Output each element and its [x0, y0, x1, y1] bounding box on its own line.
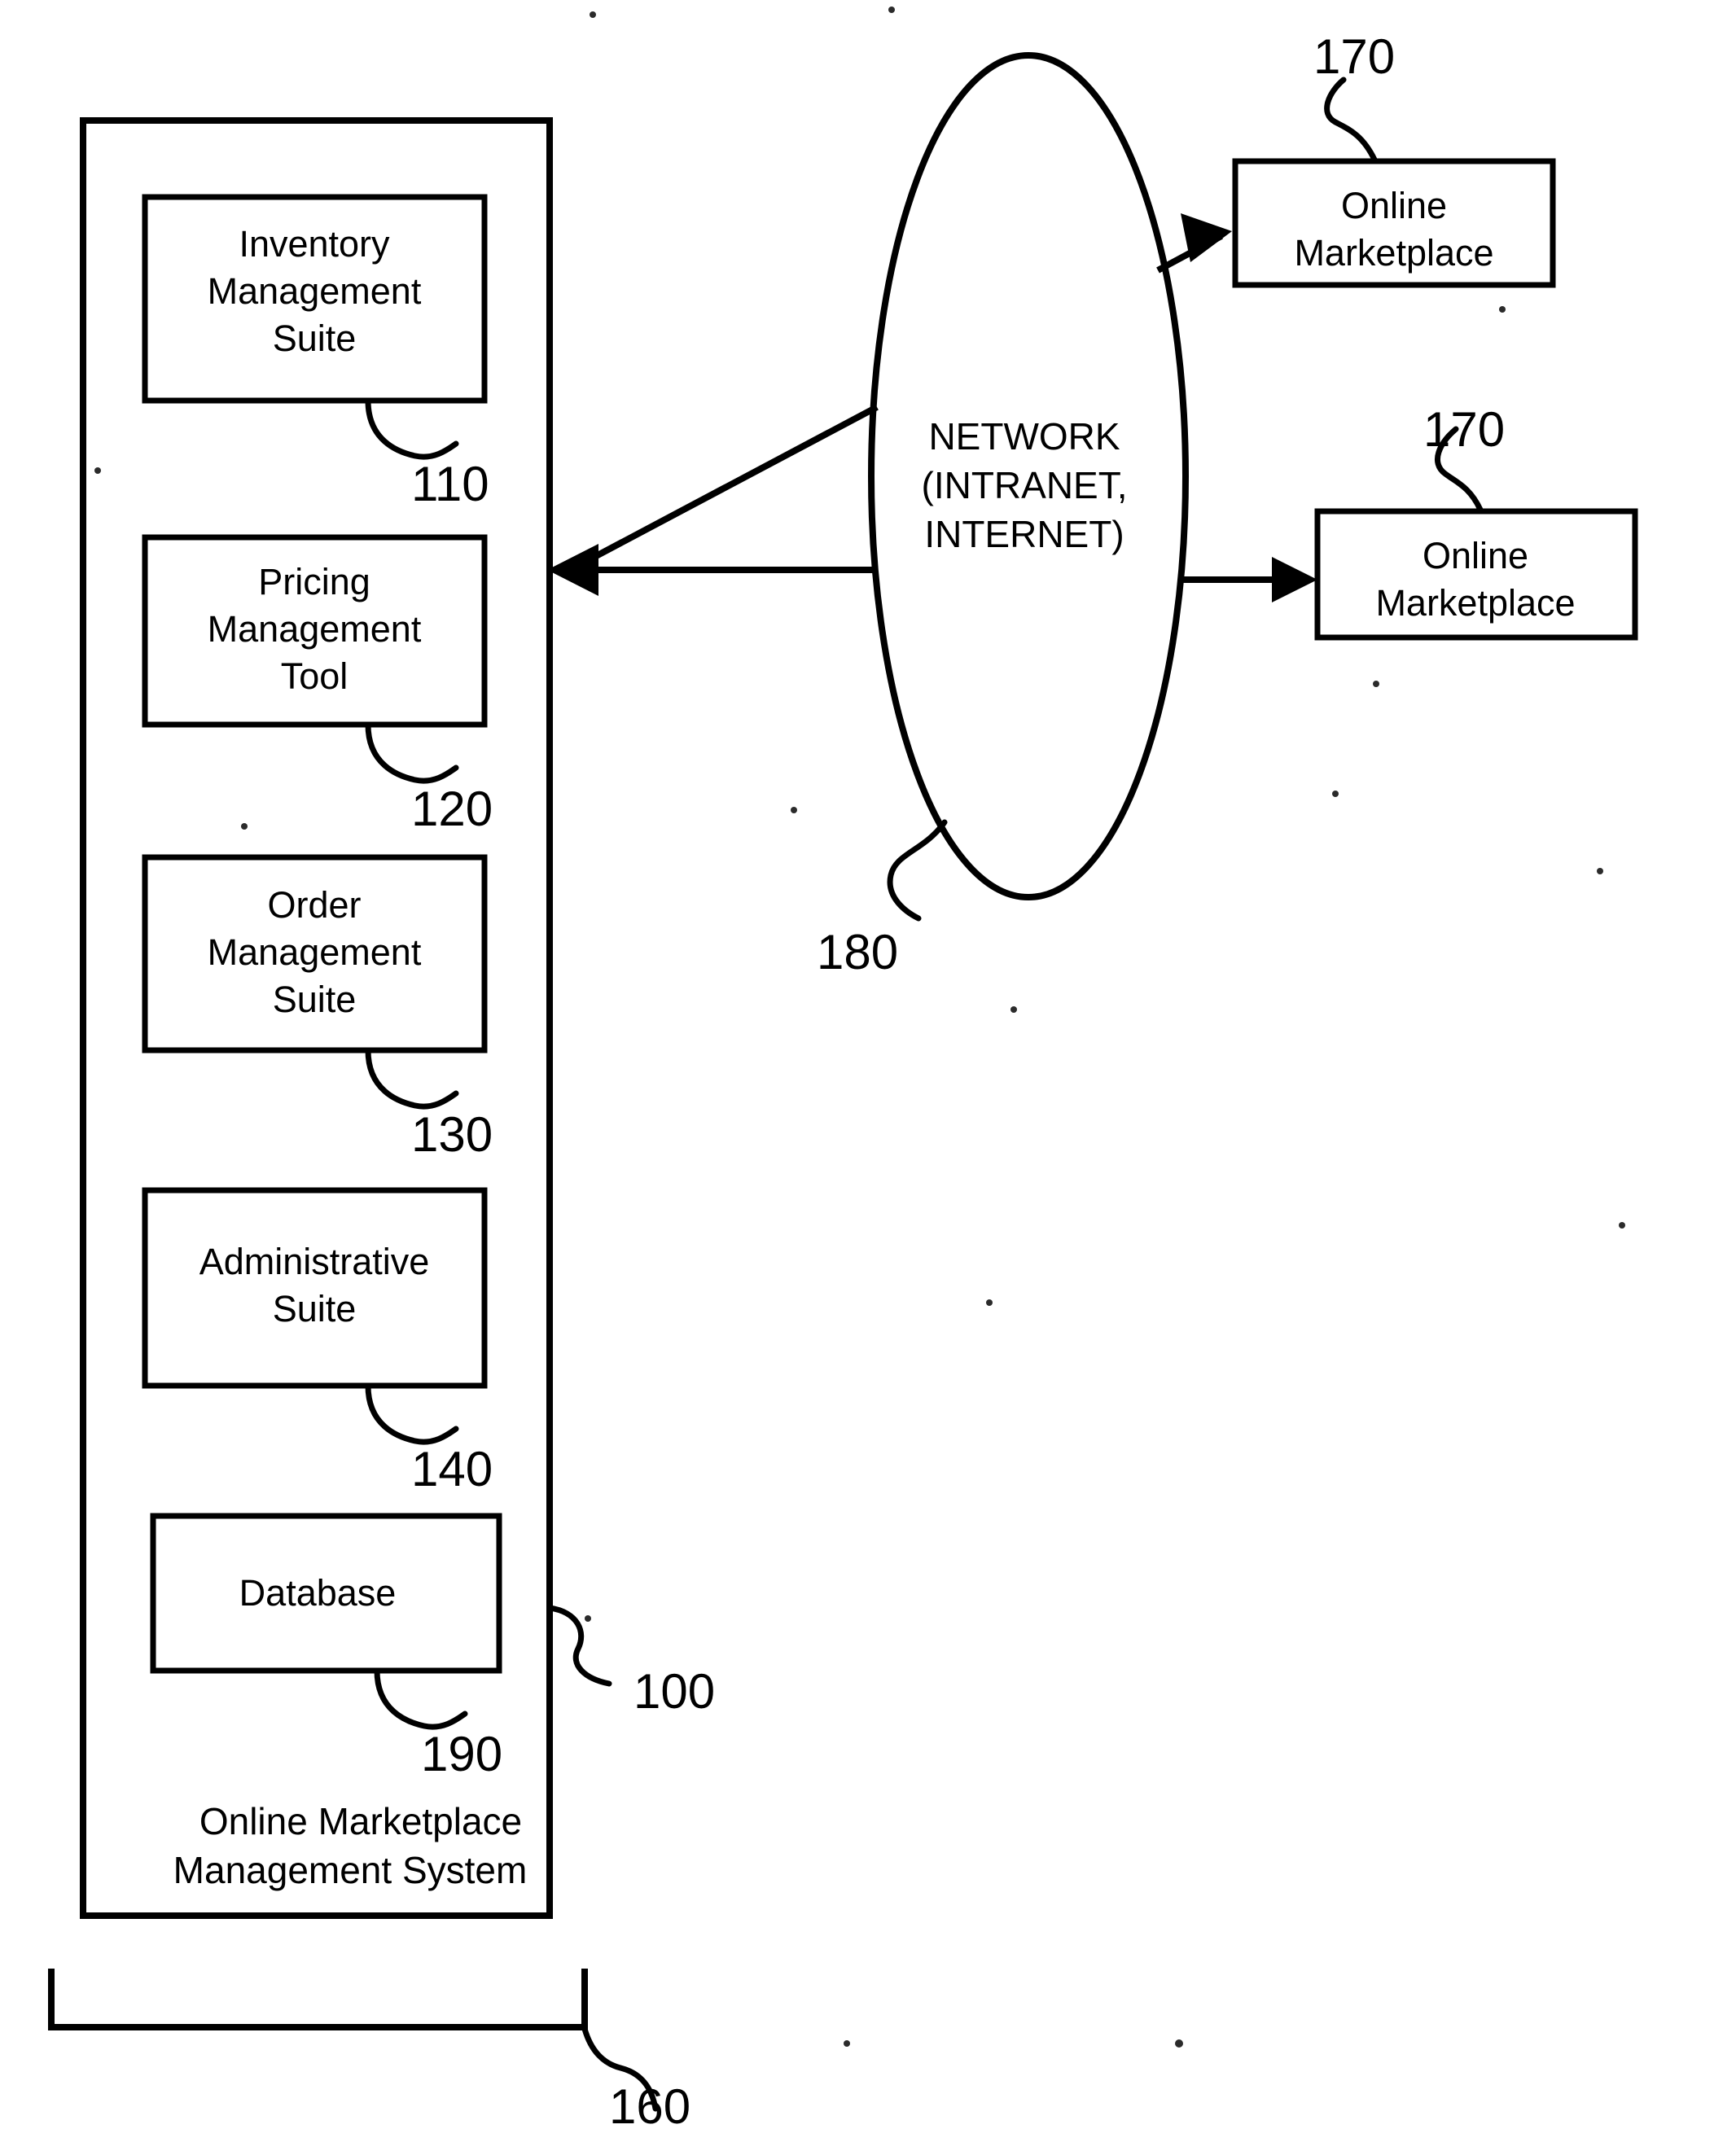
scan-speck — [1175, 2039, 1183, 2048]
leader-squiggle-120 — [365, 721, 459, 784]
system-span-bracket — [48, 1969, 588, 2030]
scan-speck — [94, 467, 101, 474]
network-label-line3: INTERNET) — [924, 513, 1124, 555]
scan-speck — [986, 1299, 993, 1306]
leader-squiggle-180 — [887, 819, 948, 922]
figure-canvas: Inventory Management Suite 110 Pricing M… — [48, 7, 1638, 2134]
reference-numeral-130: 130 — [411, 1107, 493, 1162]
leader-squiggle-130 — [365, 1047, 459, 1110]
module-label-order-line3: Suite — [273, 979, 357, 1020]
scan-speck — [791, 807, 797, 813]
arrowhead-into-system — [547, 544, 598, 596]
marketplace-bottom-label-line2: Marketplace — [1375, 582, 1575, 624]
reference-numeral-110: 110 — [411, 457, 489, 511]
scan-speck — [585, 1615, 591, 1622]
module-label-administrative-line1: Administrative — [199, 1241, 430, 1282]
scan-speck — [1619, 1222, 1625, 1229]
module-label-pricing-line3: Tool — [281, 655, 349, 697]
module-label-inventory-line3: Suite — [273, 318, 357, 359]
module-label-administrative-line2: Suite — [273, 1288, 357, 1329]
network-label-line1: NETWORK — [928, 415, 1120, 458]
module-label-pricing-line2: Management — [208, 608, 422, 650]
module-label-inventory-line1: Inventory — [239, 223, 390, 265]
marketplace-top-label-line1: Online — [1341, 185, 1447, 226]
scan-speck — [888, 7, 895, 13]
reference-numeral-170-top: 170 — [1313, 29, 1395, 84]
scan-speck — [1499, 306, 1506, 313]
leader-squiggle-190 — [374, 1667, 468, 1730]
reference-numeral-160: 160 — [609, 2079, 690, 2134]
network-label-line2: (INTRANET, — [922, 464, 1128, 506]
system-label-line1: Online Marketplace — [199, 1800, 522, 1842]
marketplace-bottom-label-line1: Online — [1423, 535, 1528, 576]
leader-squiggle-170-top — [1324, 77, 1378, 163]
module-label-order-line2: Management — [208, 931, 422, 973]
reference-numeral-140: 140 — [411, 1442, 493, 1496]
reference-numeral-180: 180 — [817, 925, 898, 979]
module-label-inventory-line2: Management — [208, 270, 422, 312]
reference-numeral-190: 190 — [421, 1727, 502, 1781]
scan-speck — [1373, 681, 1379, 687]
module-label-order-line1: Order — [267, 884, 361, 926]
reference-numeral-120: 120 — [411, 782, 493, 836]
leader-squiggle-100 — [546, 1605, 612, 1687]
scan-speck — [590, 11, 596, 18]
leader-squiggle-110 — [365, 397, 459, 460]
scan-speck — [241, 823, 248, 830]
connector-network-to-system-upper — [568, 404, 879, 573]
scan-speck — [1010, 1006, 1017, 1013]
reference-numeral-100: 100 — [633, 1664, 715, 1719]
module-label-pricing-line1: Pricing — [258, 561, 370, 602]
reference-numeral-170-bottom: 170 — [1423, 402, 1505, 457]
marketplace-top-label-line2: Marketplace — [1294, 232, 1493, 274]
scan-speck — [1332, 791, 1339, 797]
module-label-database: Database — [239, 1572, 397, 1614]
scan-speck — [844, 2040, 850, 2047]
leader-squiggle-140 — [365, 1382, 459, 1445]
patent-figure: Inventory Management Suite 110 Pricing M… — [0, 0, 1736, 2142]
system-label-line2: Management System — [173, 1849, 528, 1891]
arrowhead-into-marketplace-bottom — [1272, 557, 1317, 602]
scan-speck — [1597, 868, 1603, 874]
